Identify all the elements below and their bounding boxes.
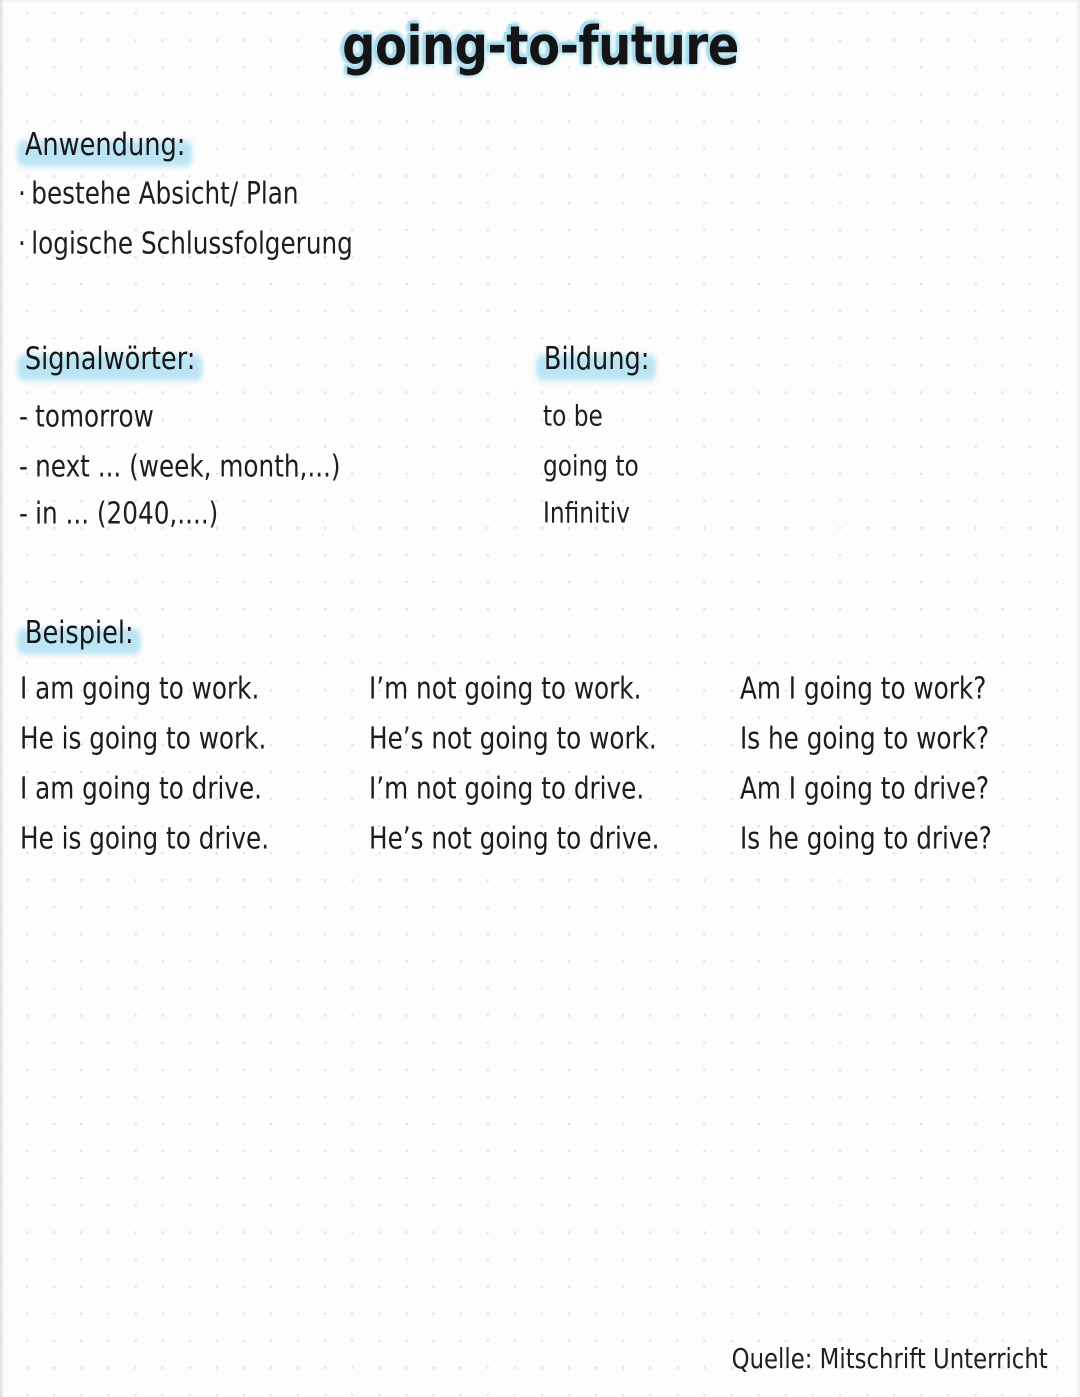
section-heading-beispiel-text: Beispiel: xyxy=(22,616,137,651)
example-question-3: Is he going to drive? xyxy=(740,822,992,857)
page-title: going-to-future xyxy=(0,15,1080,78)
bullet-icon: · xyxy=(18,226,26,262)
example-affirmative-1-text: He is going to work. xyxy=(20,721,267,757)
example-affirmative-0: I am going to work. xyxy=(20,672,259,707)
example-question-3-text: Is he going to drive? xyxy=(740,821,992,857)
list-item-signalwoerter-1: - next ... (week, month,...) xyxy=(19,450,341,485)
example-question-1-text: Is he going to work? xyxy=(740,721,990,757)
example-affirmative-2: I am going to drive. xyxy=(20,772,262,807)
paper-edge-right xyxy=(1075,0,1080,1397)
section-heading-bildung-text: Bildung: xyxy=(541,342,652,377)
list-item-signalwoerter-1-label: next ... (week, month,...) xyxy=(35,449,341,485)
dash-bullet-icon: - xyxy=(19,399,28,435)
list-item-bildung-2: Infinitiv xyxy=(543,496,630,530)
list-item-bildung-1-label: going to xyxy=(543,448,639,483)
list-item-anwendung-1: · logische Schlussfolgerung xyxy=(18,227,353,262)
example-negative-3-text: He’s not going to drive. xyxy=(369,821,660,857)
example-negative-2: I’m not going to drive. xyxy=(369,772,644,807)
list-item-anwendung-0: · bestehe Absicht/ Plan xyxy=(18,177,299,212)
example-negative-3: He’s not going to drive. xyxy=(369,822,659,857)
list-item-bildung-1: going to xyxy=(543,449,639,483)
example-negative-0: I’m not going to work. xyxy=(369,672,641,707)
list-item-anwendung-1-label: logische Schlussfolgerung xyxy=(31,226,353,262)
source-note: Quelle: Mitschrift Unterricht xyxy=(732,1343,1048,1375)
example-negative-1-text: He’s not going to work. xyxy=(369,721,657,757)
section-heading-beispiel: Beispiel: xyxy=(22,616,137,651)
list-item-signalwoerter-0: - tomorrow xyxy=(19,400,154,435)
list-item-bildung-0: to be xyxy=(543,399,603,433)
example-question-2-text: Am I going to drive? xyxy=(740,771,990,807)
dash-bullet-icon: - xyxy=(19,449,28,485)
paper-edge-top xyxy=(0,0,1080,3)
example-affirmative-3-text: He is going to drive. xyxy=(20,821,270,857)
paper-edge-left xyxy=(0,0,4,1397)
list-item-signalwoerter-2: - in ... (2040,....) xyxy=(19,497,218,532)
note-page: going-to-future Anwendung: · bestehe Absi… xyxy=(0,0,1080,1397)
list-item-bildung-2-label: Infinitiv xyxy=(543,495,630,530)
list-item-anwendung-0-label: bestehe Absicht/ Plan xyxy=(31,176,299,212)
example-negative-1: He’s not going to work. xyxy=(369,722,657,757)
section-heading-anwendung: Anwendung: xyxy=(22,128,188,163)
page-title-text: going-to-future xyxy=(341,14,739,78)
example-affirmative-3: He is going to drive. xyxy=(20,822,269,857)
dash-bullet-icon: - xyxy=(19,496,28,532)
example-negative-2-text: I’m not going to drive. xyxy=(369,771,645,807)
list-item-signalwoerter-0-label: tomorrow xyxy=(35,399,154,435)
example-question-0: Am I going to work? xyxy=(740,672,986,707)
example-negative-0-text: I’m not going to work. xyxy=(369,671,642,707)
section-heading-signalwoerter-text: Signalwörter: xyxy=(22,342,198,377)
source-note-text: Quelle: Mitschrift Unterricht xyxy=(731,1343,1048,1375)
section-heading-anwendung-text: Anwendung: xyxy=(22,128,188,163)
example-question-1: Is he going to work? xyxy=(740,722,989,757)
example-question-0-text: Am I going to work? xyxy=(740,671,987,707)
section-heading-bildung: Bildung: xyxy=(541,342,652,377)
bullet-icon: · xyxy=(18,176,26,212)
example-question-2: Am I going to drive? xyxy=(740,772,989,807)
example-affirmative-2-text: I am going to drive. xyxy=(20,771,263,807)
section-heading-signalwoerter: Signalwörter: xyxy=(22,342,198,377)
example-affirmative-1: He is going to work. xyxy=(20,722,266,757)
list-item-bildung-0-label: to be xyxy=(543,398,603,433)
example-affirmative-0-text: I am going to work. xyxy=(20,671,260,707)
list-item-signalwoerter-2-label: in ... (2040,....) xyxy=(35,496,219,532)
